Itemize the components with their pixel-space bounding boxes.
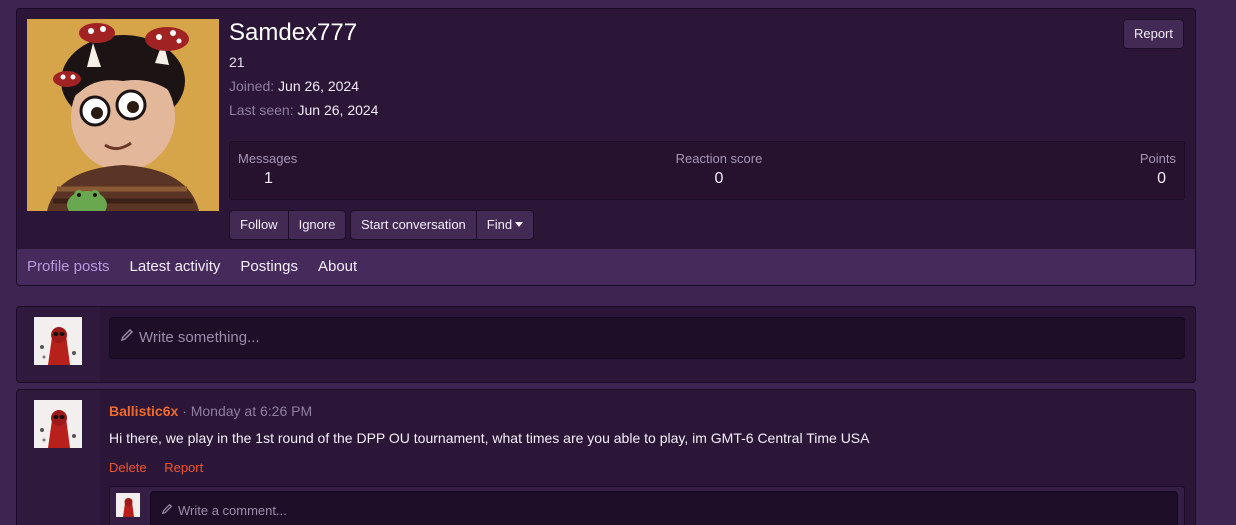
joined-label: Joined: — [229, 78, 275, 94]
post-actions: Delete Report — [109, 460, 217, 475]
comment-box: Write a comment... — [109, 486, 1185, 525]
stat-reaction-score[interactable]: Reaction score 0 — [674, 151, 764, 188]
post-author-link[interactable]: Ballistic6x — [109, 403, 178, 419]
stat-points-value: 0 — [1157, 170, 1166, 187]
post-author-avatar-image — [34, 400, 82, 448]
report-post-link[interactable]: Report — [164, 460, 203, 475]
comment-user-avatar[interactable] — [116, 493, 140, 517]
conversation-find-group: Start conversation Find — [350, 210, 535, 240]
tab-profile-posts[interactable]: Profile posts — [17, 249, 120, 285]
stat-messages-label: Messages — [238, 151, 298, 166]
profile-stats: Messages 1 Reaction score 0 Points 0 — [229, 141, 1185, 200]
delete-post-link[interactable]: Delete — [109, 460, 147, 475]
last-seen-label: Last seen: — [229, 102, 294, 118]
follow-ignore-group: Follow Ignore — [229, 210, 347, 240]
profile-header: Samdex777 21 Joined: Jun 26, 2024 Last s… — [16, 8, 1196, 286]
caret-down-icon — [515, 222, 524, 227]
last-seen-value[interactable]: Jun 26, 2024 — [298, 102, 379, 118]
stat-points[interactable]: Points 0 — [1140, 151, 1176, 188]
find-button-label: Find — [486, 217, 513, 232]
write-comment-input[interactable]: Write a comment... — [150, 491, 1178, 525]
write-something-placeholder: Write something... — [139, 329, 260, 346]
start-conversation-button[interactable]: Start conversation — [350, 210, 477, 240]
profile-post: Ballistic6x · Monday at 6:26 PM Hi there… — [16, 389, 1196, 525]
stat-reaction-value: 0 — [714, 170, 724, 187]
tab-latest-activity[interactable]: Latest activity — [120, 249, 231, 285]
stat-messages-value[interactable]: 1 — [238, 170, 297, 188]
post-separator: · — [182, 403, 187, 419]
tab-postings[interactable]: Postings — [230, 249, 308, 285]
write-something-input[interactable]: Write something... — [109, 317, 1185, 359]
current-user-avatar-image — [34, 317, 82, 365]
profile-joined: Joined: Jun 26, 2024 — [229, 78, 359, 94]
tab-about[interactable]: About — [308, 249, 367, 285]
stat-points-label: Points — [1139, 151, 1176, 166]
stat-messages[interactable]: Messages 1 — [238, 151, 297, 188]
joined-value: Jun 26, 2024 — [278, 78, 360, 94]
ignore-button[interactable]: Ignore — [287, 210, 347, 240]
profile-tabs: Profile posts Latest activity Postings A… — [17, 249, 1195, 285]
report-profile-button[interactable]: Report — [1122, 19, 1184, 49]
stat-reaction-label: Reaction score — [675, 151, 763, 166]
post-header: Ballistic6x · Monday at 6:26 PM — [109, 403, 312, 419]
current-user-avatar[interactable] — [34, 317, 82, 365]
profile-avatar[interactable] — [27, 19, 219, 211]
profile-post-composer: Write something... — [16, 306, 1196, 383]
profile-username: Samdex777 — [229, 19, 358, 46]
pencil-icon — [161, 492, 173, 525]
find-button[interactable]: Find — [475, 210, 535, 240]
comment-user-avatar-image — [116, 493, 140, 517]
profile-avatar-image — [27, 19, 219, 211]
post-body: Hi there, we play in the 1st round of th… — [109, 430, 870, 446]
pencil-icon — [120, 318, 134, 358]
profile-last-seen: Last seen: Jun 26, 2024 — [229, 102, 378, 118]
post-author-avatar[interactable] — [34, 400, 82, 448]
write-comment-placeholder: Write a comment... — [178, 503, 287, 518]
follow-button[interactable]: Follow — [229, 210, 289, 240]
profile-user-title: 21 — [229, 54, 245, 70]
post-timestamp[interactable]: Monday at 6:26 PM — [191, 403, 312, 419]
